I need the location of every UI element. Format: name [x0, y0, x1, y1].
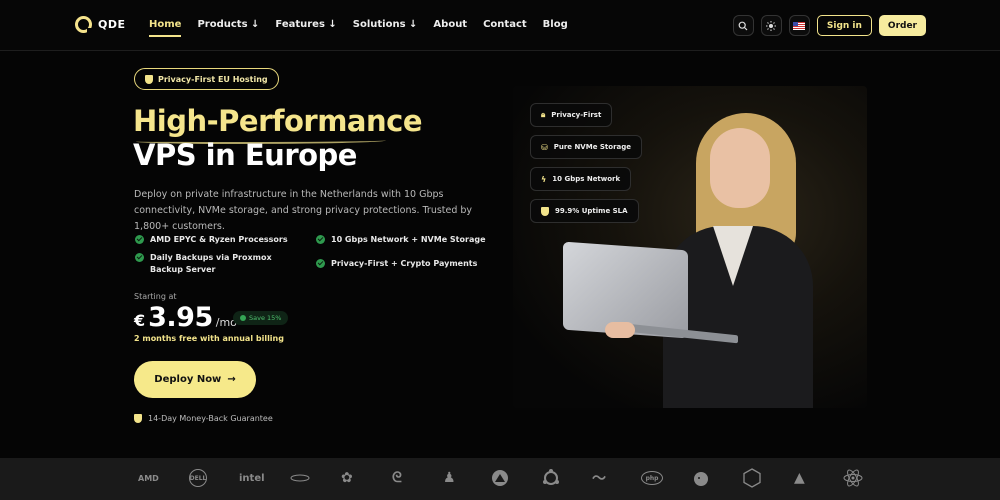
guarantee-note: 14-Day Money-Back Guarantee — [134, 414, 273, 423]
logo-text: QDE — [98, 18, 126, 31]
dell-logo-circle: DELL — [189, 469, 207, 487]
penguin-icon: ♟ — [443, 470, 456, 486]
dolphin-icon: 〜 — [592, 471, 606, 487]
brand-logo[interactable]: QDE — [75, 16, 126, 34]
feature-badge-nvme: ⛁ Pure NVMe Storage — [530, 135, 643, 159]
generic-vendor-logo — [290, 468, 310, 488]
feature-badge-uptime: 99.9% Uptime SLA — [530, 199, 639, 223]
feature-item: AMD EPYC & Ryzen Processors — [135, 234, 288, 246]
deploy-now-button[interactable]: Deploy Now → — [134, 361, 256, 398]
flower-logo-icon: ✿ — [341, 468, 353, 488]
main-menu: Home Products ↓ Features ↓ Solutions ↓ A… — [149, 19, 584, 37]
docker-logo-icon — [692, 468, 710, 488]
linux-logo-icon: ♟ — [443, 468, 456, 488]
check-dot-icon — [240, 315, 246, 321]
promo-text: 2 months free with annual billing — [134, 334, 284, 343]
shield-icon — [145, 74, 153, 84]
sun-icon — [766, 20, 777, 31]
feature-label: Privacy-First + Crypto Payments — [331, 259, 478, 268]
hexagon-icon — [743, 468, 761, 488]
feature-label: Daily Backups via Proxmox Backup Server — [150, 253, 272, 274]
ubuntu-logo-icon — [542, 468, 560, 488]
check-circle-icon — [316, 235, 325, 244]
hero-title-line2: VPS in Europe — [133, 138, 357, 172]
nodejs-logo — [743, 468, 761, 488]
nav-item-blog[interactable]: Blog — [543, 19, 568, 30]
search-icon — [738, 21, 748, 30]
ubuntu-icon — [543, 469, 559, 485]
feature-label: AMD EPYC & Ryzen Processors — [150, 235, 288, 244]
database-icon: ⛁ — [541, 142, 548, 152]
check-circle-icon — [316, 259, 325, 268]
debian-logo-icon: ᘓ — [392, 468, 402, 488]
us-flag-icon — [793, 21, 806, 30]
php-logo: php — [641, 468, 663, 488]
tech-logo-strip: AMD DELL intel ✿ ᘓ ♟ 〜 php ▲ — [0, 458, 1000, 500]
dell-logo: DELL — [189, 468, 207, 488]
hero-title-line1: High-Performance — [133, 104, 423, 138]
intel-logo: intel — [239, 472, 265, 484]
whale-icon — [694, 472, 708, 486]
top-navbar: QDE Home Products ↓ Features ↓ Solutions… — [0, 0, 1000, 51]
check-circle-icon — [135, 253, 144, 262]
arrow-right-icon: → — [227, 374, 236, 385]
nav-item-about[interactable]: About — [433, 19, 467, 30]
rocket-icon: ▲ — [794, 470, 805, 486]
mountain-icon — [492, 470, 508, 486]
bolt-icon: ϟ — [541, 174, 547, 184]
feature-label: 10 Gbps Network + NVMe Storage — [331, 235, 486, 244]
search-button[interactable] — [732, 15, 754, 36]
order-button[interactable]: Order — [878, 15, 926, 36]
privacy-badge: Privacy-First EU Hosting — [134, 68, 279, 90]
nav-item-contact[interactable]: Contact — [483, 19, 527, 30]
atom-icon — [843, 469, 863, 487]
badge-label: Pure NVMe Storage — [553, 143, 632, 151]
check-circle-icon — [135, 235, 144, 244]
mysql-logo-icon: 〜 — [592, 468, 606, 488]
feature-badge-network: ϟ 10 Gbps Network — [530, 167, 632, 191]
feature-item: Privacy-First + Crypto Payments — [316, 258, 477, 270]
nav-item-home[interactable]: Home — [149, 19, 182, 37]
php-logo-oval: php — [641, 471, 663, 485]
hero-description: Deploy on private infrastructure in the … — [134, 189, 473, 232]
badge-label: Privacy-First — [551, 111, 602, 119]
deploy-now-label: Deploy Now — [154, 374, 222, 385]
feature-item: 10 Gbps Network + NVMe Storage — [316, 234, 486, 246]
save-badge: Save 15% — [233, 311, 289, 325]
react-logo-icon — [843, 468, 863, 488]
arch-logo-icon — [491, 468, 509, 488]
nuxt-logo-icon: ▲ — [794, 468, 805, 488]
vendor-oval-icon — [290, 474, 310, 482]
nav-item-features[interactable]: Features ↓ — [275, 19, 336, 30]
badge-label: 10 Gbps Network — [552, 175, 621, 183]
nav-item-products[interactable]: Products ↓ — [197, 19, 259, 30]
theme-toggle-button[interactable] — [760, 15, 782, 36]
price-display: € 3.95 /mo — [134, 302, 237, 333]
privacy-badge-label: Privacy-First EU Hosting — [158, 74, 268, 84]
price-amount: 3.95 — [148, 302, 213, 333]
flower-icon: ✿ — [341, 470, 353, 486]
starting-at-label: Starting at — [134, 292, 177, 301]
nav-item-solutions[interactable]: Solutions ↓ — [353, 19, 418, 30]
sign-in-button[interactable]: Sign in — [816, 15, 872, 36]
guarantee-label: 14-Day Money-Back Guarantee — [148, 414, 273, 423]
photo-hand — [605, 322, 635, 338]
language-button[interactable] — [788, 15, 810, 36]
photo-face — [710, 128, 770, 208]
feature-badge-privacy: 🔒︎ Privacy-First — [530, 103, 613, 127]
feature-item: Daily Backups via Proxmox Backup Server — [135, 252, 295, 276]
nav-actions: Sign in Order — [732, 15, 926, 36]
price-currency: € — [134, 311, 146, 330]
lock-icon: 🔒︎ — [541, 110, 546, 119]
amd-logo: AMD — [138, 473, 159, 483]
swirl-icon: ᘓ — [392, 470, 402, 486]
shield-check-icon — [134, 414, 142, 423]
badge-label: 99.9% Uptime SLA — [555, 207, 628, 215]
shield-icon — [541, 206, 549, 216]
logo-mark-icon — [75, 16, 93, 34]
save-badge-label: Save 15% — [249, 314, 282, 322]
